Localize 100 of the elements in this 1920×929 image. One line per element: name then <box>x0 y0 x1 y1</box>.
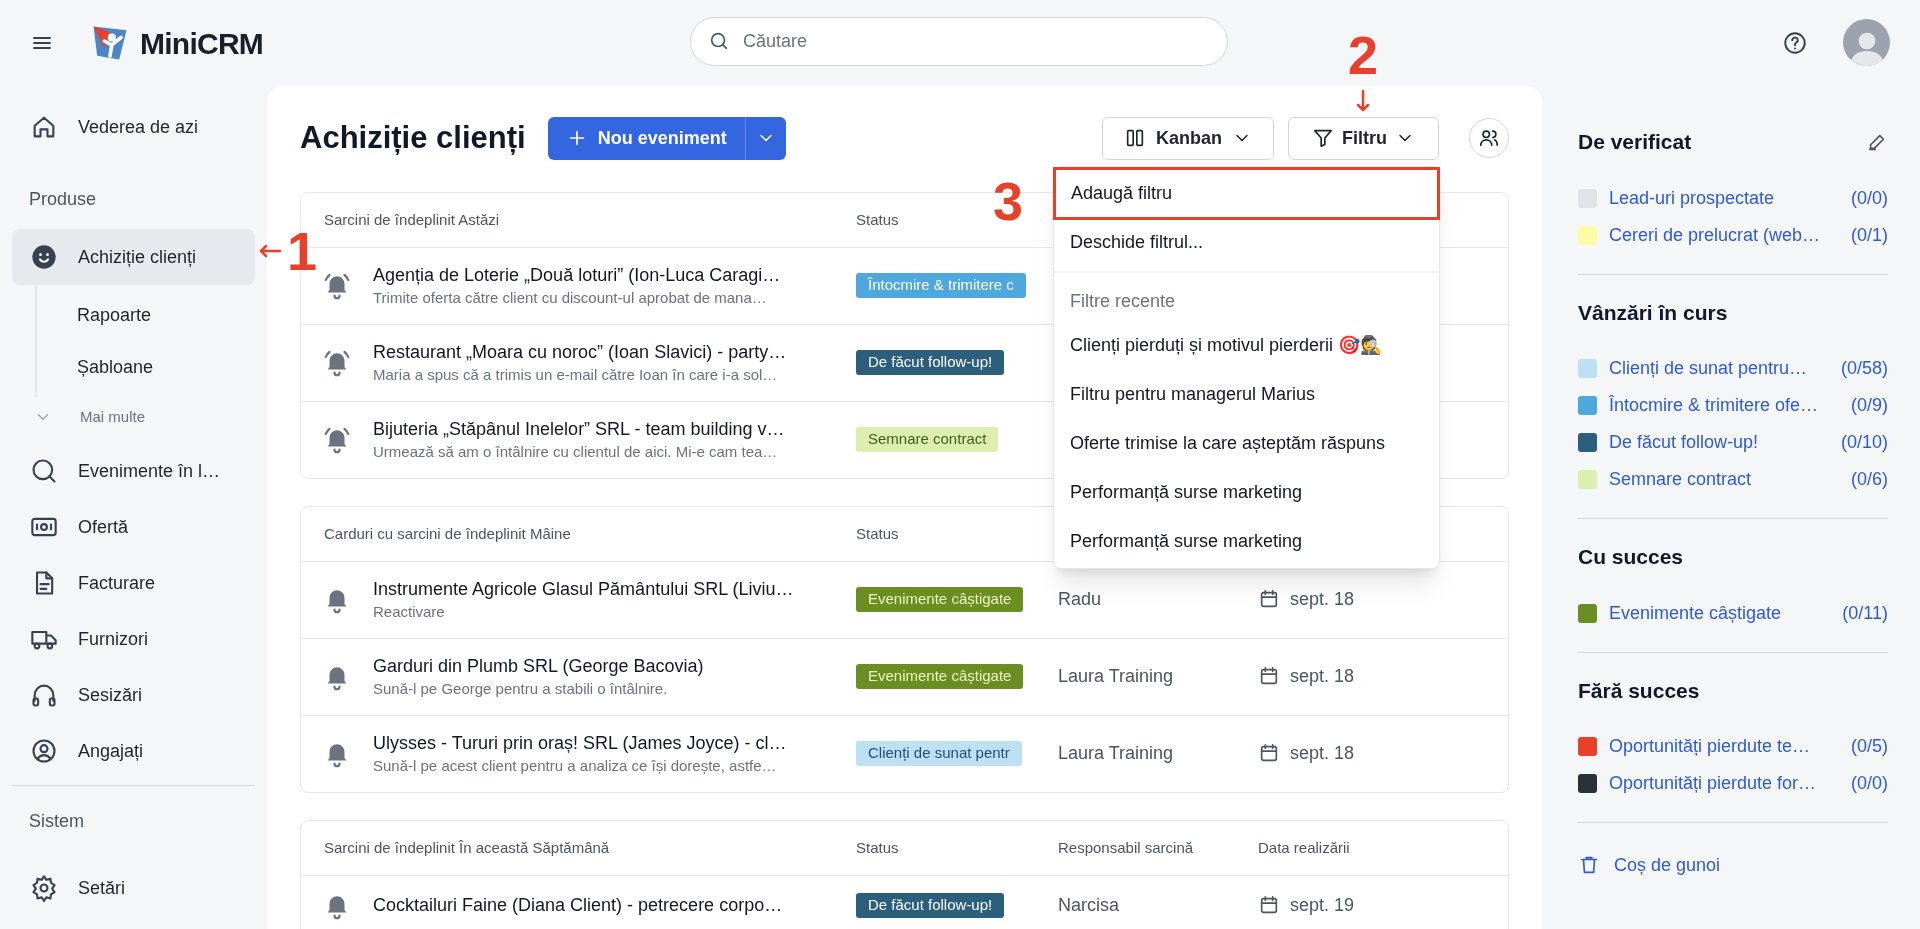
status-tag: Evenimente câștigate <box>856 663 1024 689</box>
stage-link[interactable]: Oportunități pierdute for… (0/0) <box>1578 765 1888 802</box>
sidebar-item[interactable]: Setări <box>12 860 255 916</box>
stage-count: (0/58) <box>1840 357 1888 380</box>
section-title: Vânzări în curs <box>1578 299 1728 326</box>
sidebar-item[interactable]: Ofertă <box>12 499 255 555</box>
filter-button[interactable]: Filtru <box>1288 116 1439 160</box>
task-title: Cocktailuri Faine (Diana Client) - petrecere corpo… <box>373 894 784 917</box>
calendar-icon <box>1258 742 1280 764</box>
sidebar-item[interactable]: Achiziție clienți <box>12 229 255 285</box>
sidebar-item[interactable]: Furnizori <box>12 611 255 667</box>
task-title: Bijuteria „Stăpânul Inelelor” SRL - team building v… <box>373 418 786 441</box>
due-date: sept. 18 <box>1290 587 1355 611</box>
stage-name: Semnare contract <box>1609 468 1752 491</box>
task-note: Trimite oferta către client cu discount-ul aprobat de mana… <box>373 288 768 308</box>
stage-count: (0/6) <box>1851 468 1888 491</box>
stage-link[interactable]: Lead-uri prospectate (0/0) <box>1578 179 1888 217</box>
stage-name: Cereri de prelucrat (web… <box>1609 223 1821 247</box>
due-date: sept. 18 <box>1290 664 1355 688</box>
menu-section-label: Filtre recente <box>1054 271 1439 321</box>
stage-name: Oportunități pierdute for… <box>1609 772 1817 795</box>
column-header: Sarcini de îndeplinit În această Săptămână <box>323 837 611 858</box>
logo-text: MiniCRM <box>140 25 264 62</box>
stage-name: Clienți de sunat pentru… <box>1609 357 1808 380</box>
menu-item[interactable]: Deschide filtrul... <box>1054 218 1439 267</box>
annotation-number: 2 <box>1348 26 1379 84</box>
sidebar-item[interactable]: Facturare <box>12 555 255 611</box>
stage-count: (0/5) <box>1851 735 1888 758</box>
assignee: Laura Training <box>1058 742 1174 763</box>
task-note: Reactivare <box>373 602 446 622</box>
new-event-button[interactable]: Nou eveniment <box>547 116 786 160</box>
sidebar-subitem[interactable]: Șabloane <box>37 341 267 393</box>
stage-count: (0/9) <box>1851 394 1888 417</box>
stage-count: (0/0) <box>1851 772 1888 795</box>
calendar-icon <box>1258 665 1280 687</box>
assignee: Radu <box>1058 588 1102 609</box>
menu-item[interactable]: Oferte trimise la care așteptăm răspuns <box>1054 419 1439 468</box>
stage-count: (0/1) <box>1851 223 1888 247</box>
sidebar-item[interactable]: Sesizări <box>12 667 255 723</box>
stage-link[interactable]: De făcut follow-up! (0/10) <box>1578 424 1888 461</box>
task-title: Agenția de Loterie „Două loturi” (Ion-Luca Caragi… <box>373 264 782 287</box>
stage-count: (0/10) <box>1840 431 1888 454</box>
sidebar-item[interactable]: Angajați <box>12 723 255 779</box>
task-note: Sună-l pe acest client pentru a analiza ce își dorește, astfe… <box>373 756 778 776</box>
stage-count: (0/11) <box>1842 601 1888 625</box>
task-title: Instrumente Agricole Glasul Pământului SRL (Liviu… <box>373 578 795 601</box>
page-title: Achiziție clienți <box>300 118 526 157</box>
smiley-icon <box>30 243 58 271</box>
users-icon <box>1478 127 1500 149</box>
due-date: sept. 19 <box>1290 893 1355 917</box>
sidebar-subitem[interactable]: Rapoarte <box>37 289 267 341</box>
settings-icon <box>30 874 58 902</box>
menu-item[interactable]: Performanță surse marketing <box>1054 517 1439 566</box>
funnel-icon <box>1312 127 1334 149</box>
trash-link[interactable]: Coș de gunoi <box>1578 845 1888 885</box>
stage-link[interactable]: Întocmire & trimitere ofe… (0/9) <box>1578 387 1888 424</box>
menu-item[interactable]: Performanță surse marketing <box>1054 468 1439 517</box>
stage-name: Întocmire & trimitere ofe… <box>1609 394 1819 417</box>
stage-link[interactable]: Cereri de prelucrat (web… (0/1) <box>1578 216 1888 254</box>
menu-item[interactable]: Clienți pierduți și motivul pierderii 🎯🕵 <box>1054 321 1439 370</box>
stage-link[interactable]: Evenimente câștigate (0/11) <box>1578 594 1888 632</box>
assignee: Laura Training <box>1058 665 1174 686</box>
help-icon <box>1782 30 1808 56</box>
kanban-button[interactable]: Kanban <box>1102 116 1274 160</box>
search-icon <box>708 30 730 52</box>
stage-name: Oportunități pierdute te… <box>1609 735 1811 758</box>
task-note: Urmează să am o întâlnire cu clientul de aici. Mi-e cam tea… <box>373 442 779 462</box>
menu-item[interactable]: Filtru pentru managerul Marius <box>1054 370 1439 419</box>
section-title: De verificat <box>1578 129 1692 155</box>
stage-link[interactable]: Semnare contract (0/6) <box>1578 461 1888 498</box>
search-field[interactable]: Căutare <box>690 17 1228 66</box>
annotation-number: 3 <box>993 172 1024 230</box>
stage-name: Lead-uri prospectate <box>1609 186 1775 210</box>
task-title: Garduri din Plumb SRL (George Bacovia) <box>373 655 705 678</box>
column-header: Status <box>856 523 900 544</box>
annotation-number: 1 <box>287 222 318 280</box>
status-tag: Întocmire & trimitere c <box>856 272 1026 298</box>
sidebar-item[interactable]: Evenimente în l… <box>12 443 255 499</box>
due-date: sept. 18 <box>1290 741 1355 765</box>
section-title: Fără succes <box>1578 677 1700 704</box>
menu-item[interactable]: Adaugă filtru <box>1055 169 1438 218</box>
calendar-icon <box>1258 588 1280 610</box>
sidebar-item[interactable]: Vederea de azi <box>12 99 255 155</box>
help-button[interactable] <box>1781 29 1809 57</box>
search-icon <box>30 457 58 485</box>
stage-link[interactable]: Clienți de sunat pentru… (0/58) <box>1578 350 1888 387</box>
status-tag: Semnare contract <box>856 426 999 452</box>
trash-icon <box>1578 854 1600 876</box>
task-note: Sună-l pe George pentru a stabili o întâlnire. <box>373 679 669 699</box>
stage-count: (0/0) <box>1851 186 1888 210</box>
task-title: Restaurant „Moara cu noroc” (Ioan Slavici) - party… <box>373 341 788 364</box>
column-header: Status <box>856 209 900 230</box>
task-note: Maria a spus că a trimis un e-mail către Ioan în care i-a sol… <box>373 365 779 385</box>
status-tag: Clienți de sunat pentr <box>856 740 1022 766</box>
column-header: Sarcini de îndeplinit Astăzi <box>323 209 501 230</box>
column-header: Status <box>856 837 900 858</box>
section-label: Produse <box>28 187 98 211</box>
column-header: Responsabil sarcină <box>1058 837 1195 858</box>
more-toggle[interactable]: Mai multe <box>12 397 255 437</box>
stage-link[interactable]: Oportunități pierdute te… (0/5) <box>1578 728 1888 765</box>
